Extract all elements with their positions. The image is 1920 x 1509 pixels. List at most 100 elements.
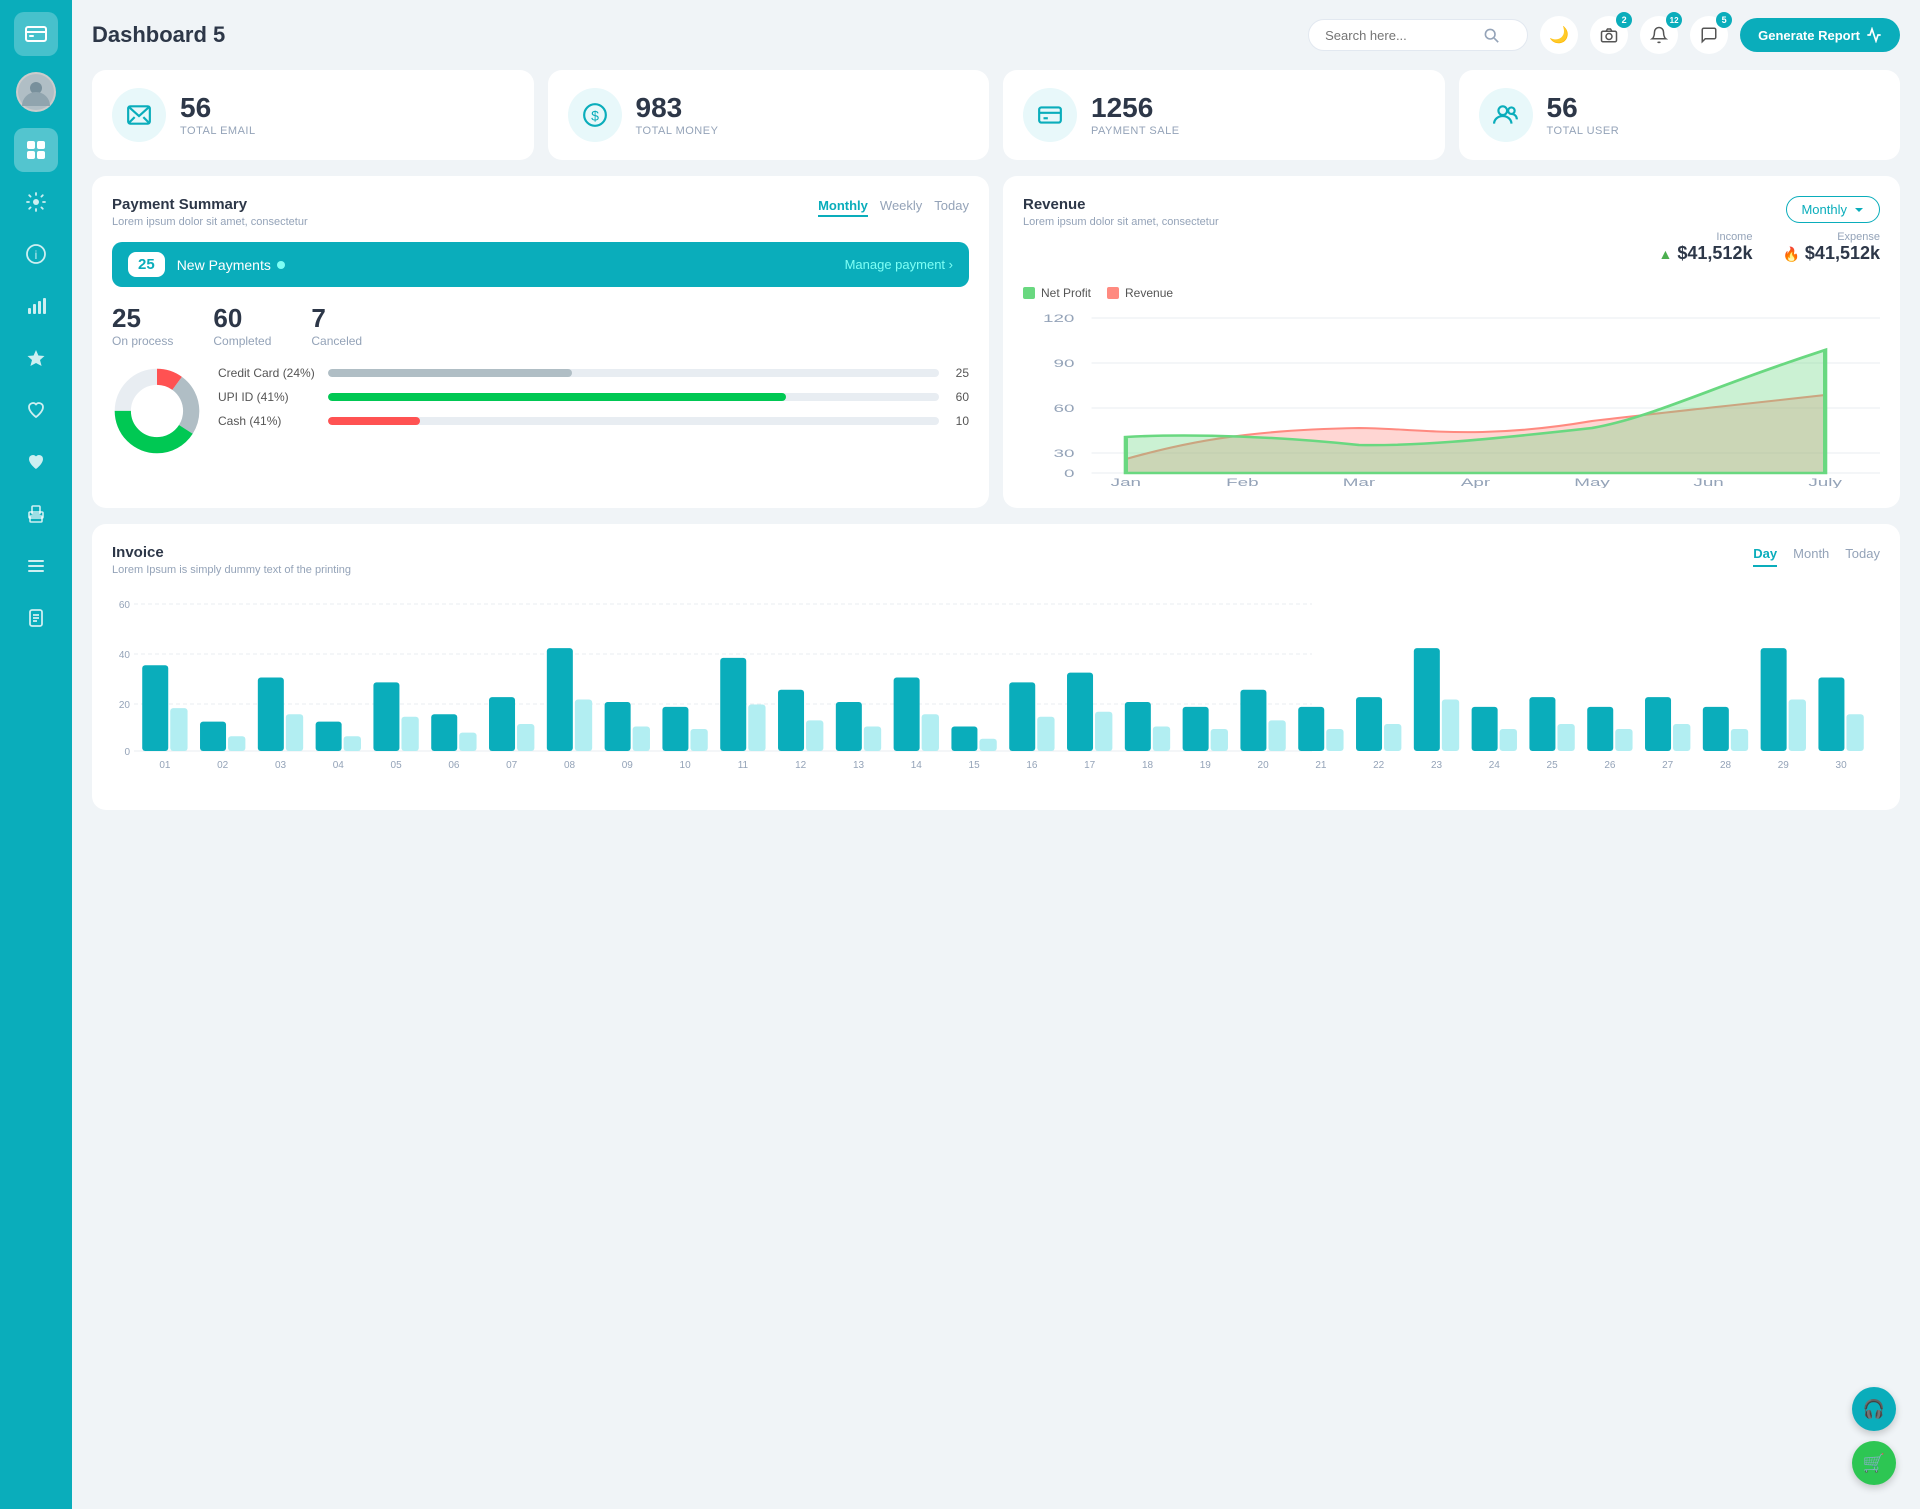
invoice-tabs: Day Month Today — [1753, 544, 1880, 567]
bell-btn[interactable]: 12 — [1640, 16, 1678, 54]
svg-text:28: 28 — [1720, 760, 1732, 771]
stat-email-label: TOTAL EMAIL — [180, 125, 256, 137]
revenue-card: Revenue Lorem ipsum dolor sit amet, cons… — [1003, 176, 1900, 508]
income-value: ▲ $41,512k — [1659, 243, 1753, 264]
svg-text:22: 22 — [1373, 760, 1385, 771]
revenue-title: Revenue — [1023, 196, 1219, 213]
tab-today[interactable]: Today — [934, 196, 969, 217]
breakdown-bar-credit — [328, 369, 939, 377]
revenue-chart: 120 90 60 30 0 Jan Feb Mar Apr May Jun J… — [1023, 308, 1880, 488]
stat-user-info: 56 TOTAL USER — [1547, 93, 1620, 138]
sidebar-item-dashboard[interactable] — [14, 128, 58, 172]
header-icons: 🌙 2 12 5 Generate Re — [1540, 16, 1900, 54]
manage-payment-link[interactable]: Manage payment › — [845, 257, 953, 272]
stat-payment-info: 1256 PAYMENT SALE — [1091, 93, 1180, 138]
stat-card-money: $ 983 TOTAL MONEY — [548, 70, 990, 160]
svg-text:21: 21 — [1315, 760, 1327, 771]
invoice-titles: Invoice Lorem Ipsum is simply dummy text… — [112, 544, 351, 576]
ps-canceled-number: 7 — [311, 303, 362, 334]
svg-text:Feb: Feb — [1226, 477, 1258, 488]
sidebar-item-star[interactable] — [14, 336, 58, 380]
sidebar-item-doc[interactable] — [14, 596, 58, 640]
generate-report-button[interactable]: Generate Report — [1740, 18, 1900, 52]
svg-text:07: 07 — [506, 760, 518, 771]
stat-card-user: 56 TOTAL USER — [1459, 70, 1901, 160]
invoice-chart-svg: 60 40 20 0 01020304050607080910111213141… — [112, 590, 1880, 790]
dark-mode-btn[interactable]: 🌙 — [1540, 16, 1578, 54]
stat-money-number: 983 — [636, 93, 719, 124]
avatar[interactable] — [16, 72, 56, 112]
headset-fab[interactable]: 🎧 — [1852, 1387, 1896, 1431]
bell-badge: 12 — [1666, 12, 1682, 28]
chat-btn[interactable]: 5 — [1690, 16, 1728, 54]
middle-section: Payment Summary Lorem ipsum dolor sit am… — [92, 176, 1900, 508]
revenue-info: Income ▲ $41,512k Expense 🔥 $41,512k — [1659, 231, 1880, 264]
tab-weekly[interactable]: Weekly — [880, 196, 922, 217]
breakdown-row-credit: Credit Card (24%) 25 — [218, 366, 969, 380]
svg-text:29: 29 — [1778, 760, 1790, 771]
stat-payment-label: PAYMENT SALE — [1091, 125, 1180, 137]
cart-fab[interactable]: 🛒 — [1852, 1441, 1896, 1485]
svg-text:15: 15 — [969, 760, 981, 771]
search-input[interactable] — [1325, 28, 1475, 43]
sidebar-item-heart2[interactable] — [14, 440, 58, 484]
breakdown-items: Credit Card (24%) 25 UPI ID (41%) 60 — [218, 366, 969, 456]
svg-text:19: 19 — [1200, 760, 1212, 771]
ps-canceled-label: Canceled — [311, 334, 362, 348]
tab-invoice-month[interactable]: Month — [1793, 544, 1829, 567]
payment-summary-title: Payment Summary — [112, 196, 308, 213]
svg-text:May: May — [1574, 477, 1610, 488]
new-payments-label: New Payments — [177, 257, 833, 273]
svg-text:Jan: Jan — [1111, 477, 1141, 488]
svg-text:02: 02 — [217, 760, 229, 771]
svg-text:16: 16 — [1026, 760, 1038, 771]
payment-summary-subtitle: Lorem ipsum dolor sit amet, consectetur — [112, 216, 308, 228]
tab-invoice-day[interactable]: Day — [1753, 544, 1777, 567]
svg-text:60: 60 — [1053, 403, 1074, 415]
income-item: Income ▲ $41,512k — [1659, 231, 1753, 264]
sidebar-item-settings[interactable] — [14, 180, 58, 224]
camera-btn[interactable]: 2 — [1590, 16, 1628, 54]
svg-text:90: 90 — [1053, 358, 1074, 370]
payment-icon — [1023, 88, 1077, 142]
svg-text:25: 25 — [1547, 760, 1559, 771]
invoice-subtitle: Lorem Ipsum is simply dummy text of the … — [112, 564, 351, 576]
sidebar-item-heart[interactable] — [14, 388, 58, 432]
sidebar-item-print[interactable] — [14, 492, 58, 536]
svg-text:05: 05 — [391, 760, 403, 771]
sidebar-logo[interactable] — [14, 12, 58, 56]
svg-text:Jun: Jun — [1693, 477, 1723, 488]
tab-invoice-today[interactable]: Today — [1845, 544, 1880, 567]
svg-text:30: 30 — [1053, 448, 1074, 460]
svg-text:04: 04 — [333, 760, 345, 771]
tab-monthly[interactable]: Monthly — [818, 196, 868, 217]
svg-text:12: 12 — [795, 760, 807, 771]
svg-text:23: 23 — [1431, 760, 1443, 771]
svg-text:i: i — [35, 248, 38, 262]
revenue-legend: Net Profit Revenue — [1023, 286, 1880, 300]
svg-text:03: 03 — [275, 760, 287, 771]
sidebar-item-list[interactable] — [14, 544, 58, 588]
ps-completed-label: Completed — [213, 334, 271, 348]
stat-email-info: 56 TOTAL EMAIL — [180, 93, 256, 138]
ps-on-process-number: 25 — [112, 303, 173, 334]
payment-breakdown: Credit Card (24%) 25 UPI ID (41%) 60 — [112, 366, 969, 456]
email-icon — [112, 88, 166, 142]
search-icon — [1483, 27, 1499, 43]
expense-value: 🔥 $41,512k — [1782, 243, 1880, 264]
search-box[interactable] — [1308, 19, 1528, 51]
svg-text:08: 08 — [564, 760, 576, 771]
svg-text:Apr: Apr — [1461, 477, 1490, 488]
sidebar-item-info[interactable]: i — [14, 232, 58, 276]
svg-text:0: 0 — [124, 747, 130, 758]
svg-text:27: 27 — [1662, 760, 1674, 771]
revenue-monthly-dropdown[interactable]: Monthly — [1786, 196, 1880, 223]
breakdown-label-upi: UPI ID (41%) — [218, 390, 318, 404]
breakdown-value-upi: 60 — [949, 390, 969, 404]
income-label: Income — [1659, 231, 1753, 243]
breakdown-label-credit: Credit Card (24%) — [218, 366, 318, 380]
sidebar-item-analytics[interactable] — [14, 284, 58, 328]
breakdown-row-cash: Cash (41%) 10 — [218, 414, 969, 428]
ps-on-process-label: On process — [112, 334, 173, 348]
payment-summary-card: Payment Summary Lorem ipsum dolor sit am… — [92, 176, 989, 508]
